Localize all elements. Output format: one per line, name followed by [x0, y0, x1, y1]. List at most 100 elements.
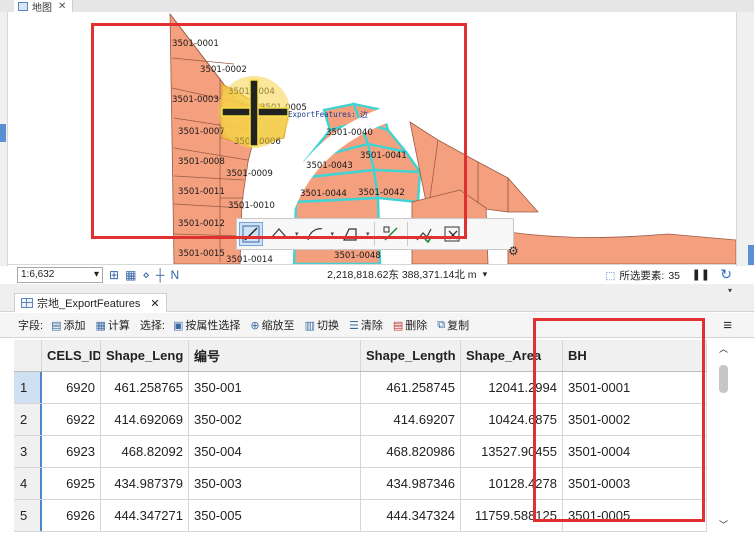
grid-icon[interactable]: ▦ [125, 268, 136, 282]
table-row[interactable]: 5 6926 444.347271 350-005 444.347324 117… [14, 500, 707, 532]
zoom-icon: ⊕ [250, 319, 260, 332]
table-cell[interactable]: 3501-0005 [563, 500, 707, 531]
table-cell[interactable]: 461.258745 [361, 372, 461, 403]
selected-features-indicator[interactable]: ⬚ 所选要素: 35 [605, 268, 680, 283]
table-cell[interactable]: 350-002 [189, 404, 361, 435]
table-cell[interactable]: 350-005 [189, 500, 361, 531]
table-cell[interactable]: 468.82092 [101, 436, 189, 467]
table-cell[interactable]: 3501-0004 [563, 436, 707, 467]
chevron-down-icon[interactable]: ▾ [331, 230, 335, 238]
table-row[interactable]: 1 6920 461.258765 350-001 461.258745 120… [14, 372, 707, 404]
zoom-to-button[interactable]: ⊕ 缩放至 [250, 317, 294, 333]
table-cell[interactable]: 13527.90455 [461, 436, 563, 467]
snapping-tool[interactable] [379, 222, 403, 246]
table-cell[interactable]: 434.987379 [101, 468, 189, 499]
toolbar-separator [406, 222, 408, 246]
parcel-label: 3501-0001 [172, 39, 219, 49]
column-header[interactable]: Shape_Length [361, 340, 461, 371]
table-cell[interactable]: 6926 [42, 500, 101, 531]
left-dock-tab[interactable] [0, 124, 6, 142]
row-number[interactable]: 5 [14, 500, 42, 531]
table-cell[interactable]: 414.692069 [101, 404, 189, 435]
row-number[interactable]: 3 [14, 436, 42, 467]
right-angle-tool[interactable] [267, 222, 291, 246]
line-segment-tool[interactable] [239, 222, 263, 246]
snap-icon[interactable]: ⋄ [142, 268, 150, 282]
coordinate-readout: 2,218,818.62东 388,371.14北 m [327, 269, 477, 281]
table-cell[interactable]: 468.820986 [361, 436, 461, 467]
chevron-down-icon[interactable]: ▾ [483, 269, 488, 280]
close-icon[interactable]: ✕ [150, 297, 159, 310]
table-cell[interactable]: 6920 [42, 372, 101, 403]
arc-tool[interactable] [303, 222, 327, 246]
copy-button[interactable]: ⧉ 复制 [437, 317, 469, 333]
refresh-icon[interactable]: ↻ [720, 266, 732, 283]
table-row[interactable]: 3 6923 468.82092 350-004 468.820986 1352… [14, 436, 707, 468]
scale-dropdown[interactable]: 1:6,632 ▾ [17, 266, 103, 283]
snapping-icon [383, 226, 398, 241]
table-cell[interactable]: 350-001 [189, 372, 361, 403]
select-by-attribute-button[interactable]: ▣ 按属性选择 [173, 317, 240, 333]
table-cell[interactable]: 414.69207 [361, 404, 461, 435]
table-cell[interactable]: 10128.4278 [461, 468, 563, 499]
gear-icon[interactable]: ⚙ [508, 244, 519, 258]
measure-icon[interactable]: ┼ [156, 268, 165, 282]
vertical-scrollbar[interactable]: ︿ ﹀ [712, 340, 736, 538]
scrollbar-thumb[interactable] [719, 365, 728, 393]
delete-label: 删除 [405, 320, 428, 332]
table-cell[interactable]: 6925 [42, 468, 101, 499]
table-cell[interactable]: 444.347271 [101, 500, 189, 531]
close-icon[interactable]: ✕ [58, 1, 66, 12]
select-by-attribute-icon: ▣ [172, 319, 184, 332]
trace-tool[interactable] [338, 222, 362, 246]
pane-splitter[interactable] [0, 284, 754, 292]
row-number[interactable]: 4 [14, 468, 42, 499]
column-header[interactable]: BH [563, 340, 707, 371]
table-cell[interactable]: 444.347324 [361, 500, 461, 531]
calculate-field-button[interactable]: ▦ 计算 [95, 317, 129, 333]
table-row[interactable]: 2 6922 414.692069 350-002 414.69207 1042… [14, 404, 707, 436]
fixed-zoom-icon[interactable]: ⊞ [109, 268, 119, 282]
column-header[interactable]: Shape_Area [461, 340, 563, 371]
add-field-button[interactable]: ▤ 添加 [51, 317, 85, 333]
table-cell[interactable]: 3501-0001 [563, 372, 707, 403]
menu-icon[interactable]: ≡ [723, 317, 732, 334]
table-cell[interactable]: 3501-0003 [563, 468, 707, 499]
table-cell[interactable]: 12041.2994 [461, 372, 563, 403]
chevron-down-icon[interactable]: ▾ [295, 230, 299, 238]
line-icon [242, 225, 260, 243]
column-header[interactable]: Shape_Leng [101, 340, 189, 371]
chevron-down-icon[interactable]: ▾ [366, 230, 370, 238]
discard-sketch-button[interactable] [440, 222, 464, 246]
table-cell[interactable]: 11759.588125 [461, 500, 563, 531]
clear-selection-button[interactable]: ☰ 清除 [349, 317, 383, 333]
tab-map[interactable]: 地图 ✕ [14, 0, 74, 14]
finish-sketch-button[interactable] [412, 222, 436, 246]
parcel-label: 3501-0042 [358, 188, 405, 198]
discard-icon [444, 226, 460, 242]
table-cell[interactable]: 3501-0002 [563, 404, 707, 435]
row-number[interactable]: 2 [14, 404, 42, 435]
north-arrow-icon[interactable]: N [170, 268, 179, 282]
table-cell[interactable]: 10424.6875 [461, 404, 563, 435]
pause-icon[interactable]: ❚❚ [692, 268, 710, 281]
right-dock-tab[interactable] [748, 245, 754, 265]
switch-selection-button[interactable]: ▥ 切换 [305, 317, 339, 333]
table-cell[interactable]: 6922 [42, 404, 101, 435]
chevron-down-icon[interactable]: ﹀ [719, 518, 728, 531]
table-cell[interactable]: 461.258765 [101, 372, 189, 403]
chevron-up-icon[interactable]: ︿ [719, 342, 728, 355]
column-header[interactable] [14, 340, 42, 371]
table-row[interactable]: 4 6925 434.987379 350-003 434.987346 101… [14, 468, 707, 500]
tab-attribute-table[interactable]: 宗地_ExportFeatures ✕ [14, 293, 167, 312]
table-cell[interactable]: 6923 [42, 436, 101, 467]
table-cell[interactable]: 350-004 [189, 436, 361, 467]
delete-button[interactable]: ▤ 删除 [393, 317, 427, 333]
table-cell[interactable]: 350-003 [189, 468, 361, 499]
row-number[interactable]: 1 [14, 372, 42, 403]
selected-label: 所选要素: [619, 270, 665, 282]
table-cell[interactable]: 434.987346 [361, 468, 461, 499]
select-icon: ⬚ [605, 269, 616, 282]
column-header[interactable]: 编号 [189, 340, 361, 371]
column-header[interactable]: CELS_ID [42, 340, 101, 371]
